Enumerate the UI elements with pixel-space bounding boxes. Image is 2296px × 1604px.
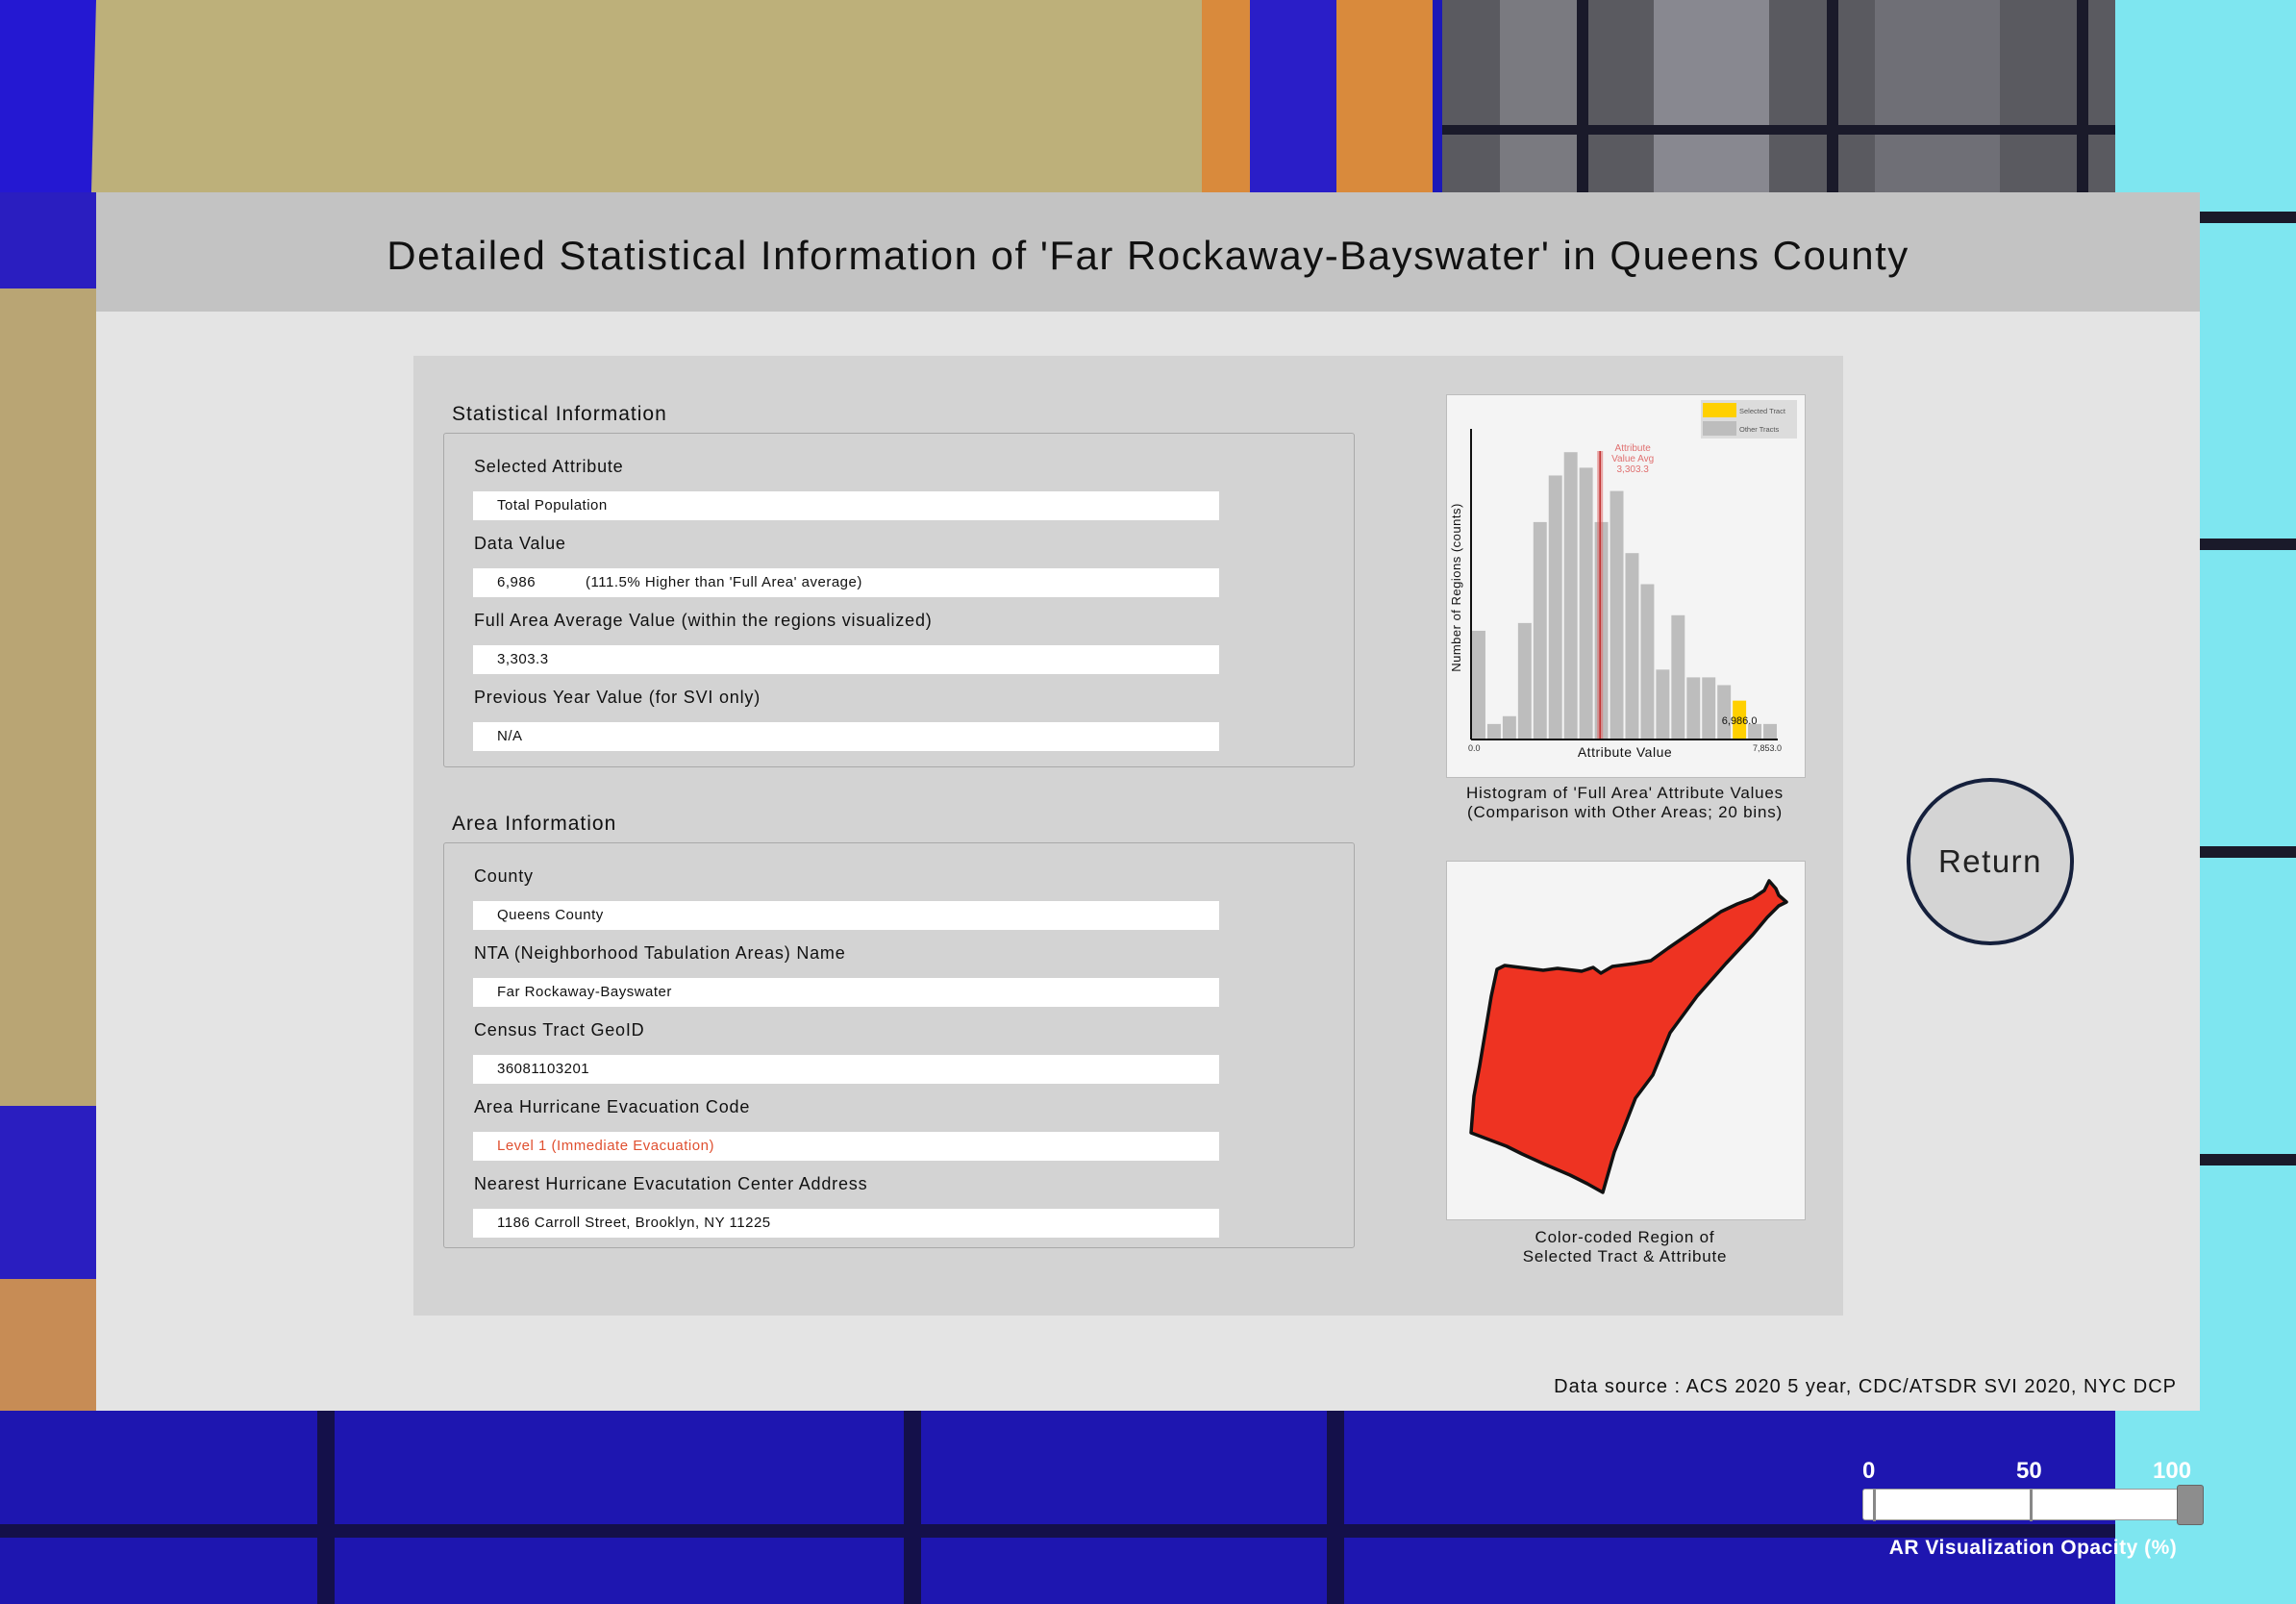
evacuation-code-field: Level 1 (Immediate Evacuation): [473, 1132, 1219, 1161]
histogram-bar: [1656, 669, 1670, 739]
nta-field: Far Rockaway-Bayswater: [473, 978, 1219, 1007]
data-value-field: 6,986 (111.5% Higher than 'Full Area' ave…: [473, 568, 1219, 597]
histogram-bar: [1517, 622, 1532, 739]
opacity-slider-label: AR Visualization Opacity (%): [1888, 1537, 2178, 1559]
region-map: [1469, 879, 1788, 1194]
histogram-bar: [1625, 553, 1639, 739]
region-caption: Color-coded Region of Selected Tract & A…: [1404, 1228, 1846, 1266]
average-annotation: Value Avg: [1611, 454, 1654, 464]
county-field: Queens County: [473, 901, 1219, 930]
x-max-tick-label: 7,853.0: [1753, 743, 1782, 753]
opacity-tick-0: 0: [1862, 1458, 1876, 1484]
opacity-tickmark-50: [2030, 1490, 2033, 1521]
evacuation-center-label: Nearest Hurricane Evacutation Center Add…: [474, 1174, 868, 1193]
county-label: County: [474, 866, 534, 886]
histogram-caption-line-2: (Comparison with Other Areas; 20 bins): [1466, 803, 1784, 821]
geoid-field: 36081103201: [473, 1055, 1219, 1084]
histogram-bar: [1472, 630, 1485, 739]
histogram-bar: [1686, 677, 1701, 739]
average-annotation: Attribute: [1615, 443, 1652, 454]
data-value: 6,986: [497, 574, 537, 590]
panel-header: Detailed Statistical Information of 'Far…: [96, 192, 2200, 312]
previous-year-field: N/A: [473, 722, 1219, 751]
selected-value-label: 6,986.0: [1722, 715, 1758, 727]
return-button[interactable]: Return: [1907, 778, 2074, 945]
opacity-slider-thumb[interactable]: [2177, 1485, 2204, 1525]
histogram-bar: [1610, 490, 1624, 739]
histogram-bar: [1579, 467, 1593, 739]
legend-swatch-other: [1703, 421, 1736, 436]
geoid-label: Census Tract GeoID: [474, 1020, 645, 1040]
histogram-bar: [1502, 715, 1516, 739]
opacity-tick-100: 100: [2153, 1458, 2192, 1484]
selected-attribute-label: Selected Attribute: [474, 457, 624, 476]
previous-year-label: Previous Year Value (for SVI only): [474, 688, 761, 707]
histogram-bar: [1640, 584, 1655, 739]
full-area-average-label: Full Area Average Value (within the regi…: [474, 611, 933, 630]
info-container: Statistical Information Selected Attribu…: [413, 356, 1843, 1316]
area-info-heading: Area Information: [452, 813, 617, 835]
page-title: Detailed Statistical Information of 'Far…: [387, 233, 1909, 278]
statistical-info-heading: Statistical Information: [452, 403, 667, 425]
histogram-bar: [1486, 723, 1501, 739]
tract-region-shape: [1469, 879, 1788, 1194]
opacity-tick-50: 50: [2016, 1458, 2042, 1484]
data-source-note: Data source : ACS 2020 5 year, CDC/ATSDR…: [1554, 1376, 2177, 1397]
legend-label-other: Other Tracts: [1739, 425, 1780, 434]
histogram-bar: [1533, 521, 1547, 739]
evacuation-code-label: Area Hurricane Evacuation Code: [474, 1097, 751, 1116]
full-area-average-field: 3,303.3: [473, 645, 1219, 674]
x-axis-label: Attribute Value: [1578, 744, 1672, 760]
evacuation-center-field: 1186 Carroll Street, Brooklyn, NY 11225: [473, 1209, 1219, 1238]
histogram-bar: [1671, 614, 1685, 739]
opacity-slider-track[interactable]: [1862, 1489, 2204, 1521]
legend-label-selected: Selected Tract: [1739, 407, 1786, 415]
histogram-card: Attribute Value Avg 3,303.3 Attribute Value…: [1446, 394, 1806, 778]
histogram-chart: AttributeValue Avg3,303.3 Attribute Value…: [1449, 400, 1797, 760]
opacity-tickmark-0: [1873, 1490, 1876, 1521]
data-value-comparison: (111.5% Higher than 'Full Area' average): [586, 574, 862, 590]
x-min-tick-label: 0.0: [1468, 743, 1481, 753]
statistical-info-group: Selected Attribute Total Population Data…: [443, 433, 1355, 767]
area-info-group: County Queens County NTA (Neighborhood T…: [443, 842, 1355, 1248]
region-caption-line-1: Color-coded Region of: [1535, 1228, 1715, 1246]
region-card: [1446, 861, 1806, 1220]
histogram-bar: [1717, 685, 1732, 739]
average-annotation: 3,303.3: [1616, 464, 1649, 475]
histogram-bar: [1563, 452, 1578, 739]
histogram-bar: [1763, 723, 1777, 739]
histogram-caption-line-1: Histogram of 'Full Area' Attribute Value…: [1465, 784, 1784, 802]
histogram-bar: [1548, 475, 1562, 739]
legend-swatch-selected: [1703, 403, 1736, 417]
data-value-label: Data Value: [474, 534, 566, 553]
histogram-caption: Histogram of 'Full Area' Attribute Value…: [1404, 784, 1846, 822]
y-axis-label: Number of Regions (counts): [1449, 503, 1463, 672]
detail-panel: Detailed Statistical Information of 'Far…: [96, 192, 2200, 1411]
return-button-label: Return: [1937, 843, 2043, 879]
region-caption-line-2: Selected Tract & Attribute: [1522, 1247, 1728, 1266]
histogram-bar: [1702, 677, 1716, 739]
nta-label: NTA (Neighborhood Tabulation Areas) Name: [474, 943, 846, 963]
selected-attribute-field: Total Population: [473, 491, 1219, 520]
